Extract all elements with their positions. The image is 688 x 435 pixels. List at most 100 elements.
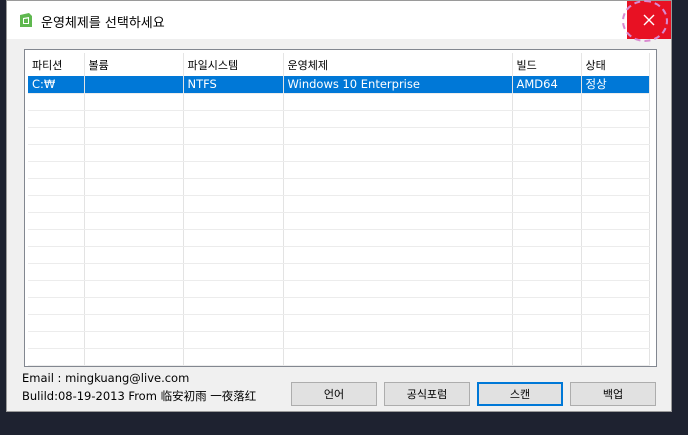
empty-cell xyxy=(28,348,85,366)
empty-cell xyxy=(512,314,582,332)
empty-cell xyxy=(183,144,284,162)
empty-cell xyxy=(581,263,650,281)
empty-cell xyxy=(183,314,284,332)
empty-cell xyxy=(581,348,650,366)
empty-cell xyxy=(28,331,85,349)
empty-cell xyxy=(283,110,513,128)
cell-status: 정상 xyxy=(581,76,650,94)
scan-button[interactable]: 스캔 xyxy=(477,382,563,406)
empty-cell xyxy=(581,93,650,111)
empty-cell xyxy=(512,348,582,366)
empty-cell xyxy=(84,331,184,349)
empty-row xyxy=(28,297,650,315)
cell-partition: C:₩ xyxy=(28,76,85,94)
empty-row xyxy=(28,331,650,349)
empty-cell xyxy=(581,212,650,230)
column-header-volume[interactable]: 볼륨 xyxy=(84,53,184,76)
empty-cell xyxy=(84,178,184,196)
empty-row xyxy=(28,178,650,196)
empty-cell xyxy=(84,93,184,111)
cell-volume xyxy=(84,76,184,94)
forum-button[interactable]: 공식포럼 xyxy=(384,382,470,406)
cell-os: Windows 10 Enterprise xyxy=(283,76,513,94)
empty-cell xyxy=(28,246,85,264)
empty-cell xyxy=(28,178,85,196)
empty-cell xyxy=(581,110,650,128)
empty-cell xyxy=(84,263,184,281)
empty-cell xyxy=(28,212,85,230)
empty-cell xyxy=(581,314,650,332)
empty-cell xyxy=(512,263,582,281)
empty-cell xyxy=(581,178,650,196)
empty-row xyxy=(28,314,650,332)
empty-cell xyxy=(512,93,582,111)
empty-cell xyxy=(512,127,582,145)
empty-cell xyxy=(84,110,184,128)
empty-cell xyxy=(183,212,284,230)
column-header-build[interactable]: 빌드 xyxy=(512,53,582,76)
cell-filesystem: NTFS xyxy=(183,76,284,94)
empty-cell xyxy=(84,280,184,298)
cell-build: AMD64 xyxy=(512,76,582,94)
empty-cell xyxy=(28,297,85,315)
empty-cell xyxy=(283,263,513,281)
app-icon xyxy=(20,13,32,27)
column-header-filesystem[interactable]: 파일시스템 xyxy=(183,53,284,76)
empty-cell xyxy=(84,144,184,162)
column-header-partition[interactable]: 파티션 xyxy=(28,53,85,76)
empty-cell xyxy=(84,297,184,315)
column-header-status[interactable]: 상태 xyxy=(581,53,650,76)
empty-cell xyxy=(183,229,284,247)
backup-button[interactable]: 백업 xyxy=(570,382,656,406)
empty-cell xyxy=(512,144,582,162)
close-button[interactable] xyxy=(627,1,671,39)
empty-cell xyxy=(512,246,582,264)
empty-rows xyxy=(28,93,650,366)
empty-row xyxy=(28,110,650,128)
empty-cell xyxy=(283,314,513,332)
empty-cell xyxy=(28,161,85,179)
empty-cell xyxy=(581,280,650,298)
empty-cell xyxy=(283,161,513,179)
empty-cell xyxy=(28,280,85,298)
empty-cell xyxy=(283,348,513,366)
email-text: Email : mingkuang@live.com xyxy=(22,371,190,385)
partition-table: 파티션 볼륨 파일시스템 운영체제 빌드 상태 C:₩ NTFS Windows… xyxy=(28,53,650,366)
empty-cell xyxy=(283,144,513,162)
empty-cell xyxy=(183,127,284,145)
empty-row xyxy=(28,161,650,179)
partition-list[interactable]: 파티션 볼륨 파일시스템 운영체제 빌드 상태 C:₩ NTFS Windows… xyxy=(24,49,657,367)
empty-cell xyxy=(28,110,85,128)
empty-cell xyxy=(283,331,513,349)
empty-cell xyxy=(28,144,85,162)
empty-cell xyxy=(84,229,184,247)
empty-cell xyxy=(84,348,184,366)
empty-cell xyxy=(84,314,184,332)
empty-cell xyxy=(512,161,582,179)
language-button[interactable]: 언어 xyxy=(291,382,377,406)
empty-row xyxy=(28,263,650,281)
empty-row xyxy=(28,127,650,145)
empty-cell xyxy=(183,246,284,264)
empty-cell xyxy=(512,280,582,298)
empty-row xyxy=(28,144,650,162)
empty-cell xyxy=(512,195,582,213)
empty-row xyxy=(28,229,650,247)
empty-cell xyxy=(84,246,184,264)
empty-cell xyxy=(512,178,582,196)
empty-cell xyxy=(581,246,650,264)
empty-cell xyxy=(183,348,284,366)
table-row[interactable]: C:₩ NTFS Windows 10 Enterprise AMD64 정상 xyxy=(28,76,650,94)
empty-cell xyxy=(581,195,650,213)
empty-cell xyxy=(512,212,582,230)
column-header-os[interactable]: 운영체제 xyxy=(283,53,513,76)
empty-cell xyxy=(581,331,650,349)
empty-cell xyxy=(512,331,582,349)
empty-cell xyxy=(183,263,284,281)
empty-cell xyxy=(581,144,650,162)
empty-cell xyxy=(183,297,284,315)
empty-cell xyxy=(84,212,184,230)
table-header-row: 파티션 볼륨 파일시스템 운영체제 빌드 상태 xyxy=(28,53,650,76)
empty-row xyxy=(28,246,650,264)
empty-cell xyxy=(84,161,184,179)
